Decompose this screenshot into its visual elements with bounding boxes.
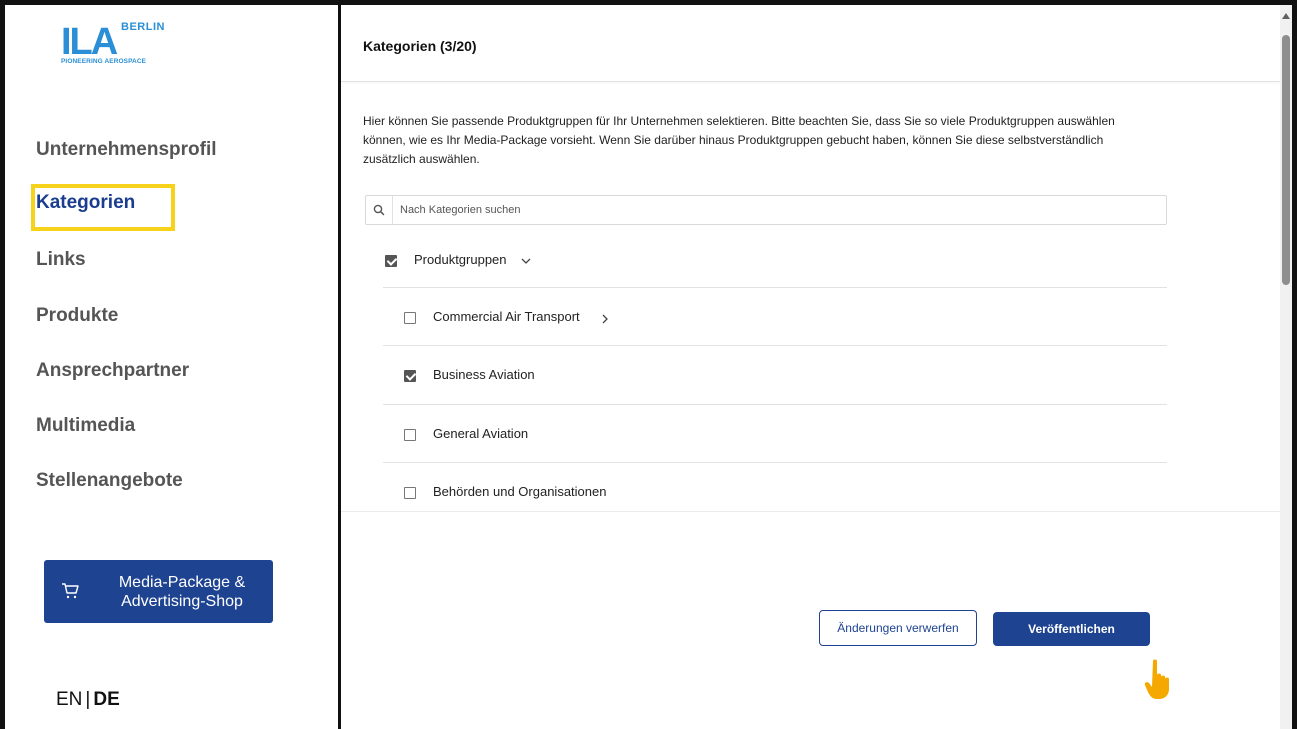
sidebar-item-multimedia[interactable]: Multimedia [36,415,135,437]
lang-de[interactable]: DE [93,689,119,710]
scrollbar[interactable] [1280,5,1292,729]
logo-city: BERLIN [121,21,165,33]
category-checkbox[interactable] [404,487,416,499]
sidebar-item-unternehmensprofil[interactable]: Unternehmensprofil [36,139,217,161]
language-switcher: EN | DE [56,689,120,711]
sidebar-item-stellenangebote[interactable]: Stellenangebote [36,470,183,492]
sidebar-item-kategorien[interactable]: Kategorien [31,184,175,231]
list-item[interactable]: General Aviation [383,404,1167,462]
sidebar-item-ansprechpartner[interactable]: Ansprechpartner [36,360,189,382]
search-icon [373,204,385,216]
media-package-shop-button[interactable]: Media-Package & Advertising-Shop [44,560,273,623]
category-label: General Aviation [433,426,529,441]
chevron-right-icon[interactable] [601,313,609,325]
category-checkbox[interactable] [404,429,416,441]
page-title: Kategorien (3/20) [363,38,477,54]
publish-button[interactable]: Veröffentlichen [993,612,1150,646]
lang-en[interactable]: EN [56,689,82,710]
logo-tagline: PIONEERING AEROSPACE [61,58,147,65]
group-checkbox[interactable] [385,255,397,267]
page-header: Kategorien (3/20) [341,5,1280,82]
sidebar-item-produkte[interactable]: Produkte [36,305,118,327]
category-search [365,195,1167,225]
list-item[interactable]: Commercial Air Transport [383,287,1167,345]
discard-changes-button[interactable]: Änderungen verwerfen [819,610,977,646]
search-icon-box[interactable] [366,196,393,224]
list-item[interactable]: Business Aviation [383,345,1167,403]
category-checkbox[interactable] [404,370,416,382]
chevron-down-icon[interactable] [520,257,532,265]
shop-button-label: Media-Package & Advertising-Shop [118,574,246,610]
ila-logo[interactable]: ILA BERLIN PIONEERING AEROSPACE [61,17,181,72]
category-checkbox[interactable] [404,312,416,324]
category-label: Behörden und Organisationen [433,484,607,499]
main-content: Kategorien (3/20) Hier können Sie passen… [341,5,1280,729]
hand-pointer-icon [1144,659,1169,699]
sidebar-item-links[interactable]: Links [36,249,86,271]
scrollbar-thumb[interactable] [1282,35,1290,285]
scroll-up-arrow-icon[interactable] [1282,13,1290,19]
shopping-cart-icon [62,583,79,599]
lang-separator: | [85,689,91,710]
category-label: Commercial Air Transport [433,309,580,324]
footer-divider [341,511,1280,512]
category-label: Business Aviation [433,367,535,382]
sidebar: ILA BERLIN PIONEERING AEROSPACE Unterneh… [5,5,338,729]
intro-text: Hier können Sie passende Produktgruppen … [363,114,1115,166]
group-label: Produktgruppen [414,252,507,267]
search-input[interactable] [400,202,1140,218]
active-highlight [31,184,175,231]
